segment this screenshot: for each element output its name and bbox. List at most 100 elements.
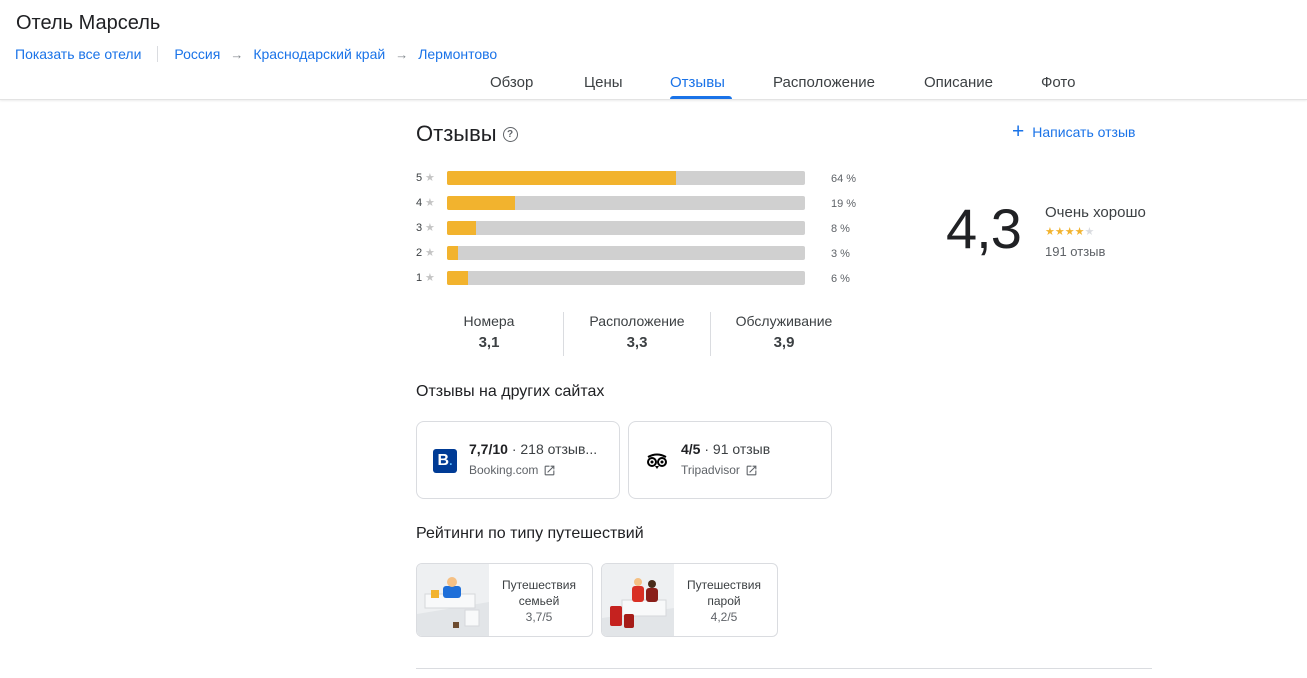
booking-logo-icon: B. (433, 449, 457, 473)
other-sites-title: Отзывы на других сайтах (416, 383, 605, 400)
trip-type-text: Путешествия парой 4,2/5 (680, 577, 768, 625)
tab-photos[interactable]: Фото (1041, 74, 1075, 91)
site-review-count: · 218 отзыв... (507, 441, 598, 457)
distribution-star-label: 2 (416, 247, 423, 259)
hotel-header: Отель Марсель Показать все отели Россия … (0, 0, 1307, 100)
reviews-section-title: Отзывы ? (416, 121, 518, 147)
category-value: 3,9 (773, 334, 795, 351)
breadcrumb-country[interactable]: Россия (174, 46, 220, 62)
hotel-title: Отель Марсель (16, 12, 161, 34)
review-count: 191 отзыв (1045, 244, 1106, 259)
tripadvisor-review-card[interactable]: 4/5 · 91 отзыв Tripadvisor (628, 421, 832, 499)
arrow-right-icon: → (230, 46, 244, 62)
category-value: 3,3 (626, 334, 648, 351)
distribution-row[interactable]: 5 ★ 64 % (416, 170, 866, 185)
tab-overview[interactable]: Обзор (490, 74, 533, 91)
trip-type-line1: Путешествия (501, 578, 577, 592)
star-icon: ★ (1045, 226, 1055, 238)
family-travel-illustration (417, 564, 489, 636)
distribution-row[interactable]: 1 ★ 6 % (416, 270, 866, 285)
category-score-rooms: Номера 3,1 (416, 313, 562, 351)
distribution-star-label: 1 (416, 272, 423, 284)
site-score: 4/5 · 91 отзыв (681, 441, 821, 457)
distribution-bar (447, 271, 805, 285)
section-divider (416, 668, 1152, 669)
star-empty-icon: ★ (1084, 226, 1095, 238)
site-name-label: Tripadvisor (681, 463, 740, 477)
category-score-service: Обслуживание 3,9 (711, 313, 857, 351)
couple-travel-illustration (602, 564, 674, 636)
trip-type-score: 4,2/5 (710, 610, 738, 624)
trip-type-line2: семьей (518, 594, 560, 608)
category-name: Обслуживание (735, 313, 833, 329)
overall-stars: ★★★★★ (1045, 225, 1094, 238)
trip-type-score: 3,7/5 (525, 610, 553, 624)
tripadvisor-logo-icon (647, 453, 667, 469)
site-name-label: Booking.com (469, 463, 539, 477)
star-icon: ★ (425, 172, 435, 184)
distribution-star-label: 3 (416, 222, 423, 234)
star-icon: ★ (425, 247, 435, 259)
breadcrumb-region[interactable]: Краснодарский край (253, 46, 385, 62)
site-name: Booking.com (469, 463, 556, 477)
distribution-bar (447, 246, 805, 260)
tab-description[interactable]: Описание (924, 74, 993, 91)
plus-icon: + (1012, 120, 1025, 143)
star-icon: ★ (425, 272, 435, 284)
distribution-bar (447, 196, 805, 210)
trip-type-line1: Путешествия (686, 578, 762, 592)
category-name: Расположение (589, 313, 685, 329)
distribution-star-label: 4 (416, 197, 423, 209)
star-icon: ★ (1074, 226, 1085, 238)
distribution-percent: 64 % (831, 173, 857, 185)
distribution-row[interactable]: 2 ★ 3 % (416, 245, 866, 260)
distribution-row[interactable]: 4 ★ 19 % (416, 195, 866, 210)
trip-type-line2: парой (707, 594, 741, 608)
distribution-bar-fill (447, 246, 458, 260)
distribution-row[interactable]: 3 ★ 8 % (416, 220, 866, 235)
active-tab-indicator (670, 96, 732, 99)
external-link-icon (746, 465, 757, 475)
tab-bar: Обзор Цены Отзывы Расположение Описание … (0, 74, 1307, 100)
category-score-location: Расположение 3,3 (564, 313, 710, 351)
site-rating: 7,7/10 (469, 441, 508, 457)
tab-location[interactable]: Расположение (773, 74, 875, 91)
breadcrumb-city[interactable]: Лермонтово (418, 46, 497, 62)
breadcrumb: Показать все отели Россия → Краснодарски… (15, 45, 497, 63)
star-icon: ★ (1064, 226, 1075, 238)
write-review-button[interactable]: + Написать отзыв (1012, 120, 1135, 143)
trip-type-text: Путешествия семьей 3,7/5 (495, 577, 583, 625)
star-icon: ★ (1054, 226, 1065, 238)
trip-type-couple-card[interactable]: Путешествия парой 4,2/5 (601, 563, 778, 637)
booking-review-card[interactable]: B. 7,7/10 · 218 отзыв... Booking.com (416, 421, 620, 499)
distribution-bar-fill (447, 171, 677, 185)
trip-type-family-card[interactable]: Путешествия семьей 3,7/5 (416, 563, 593, 637)
breadcrumb-divider (157, 46, 159, 62)
reviews-title: Отзывы (416, 121, 497, 146)
help-icon[interactable]: ? (502, 126, 518, 142)
distribution-percent: 6 % (831, 273, 850, 285)
distribution-bar (447, 171, 805, 185)
site-name: Tripadvisor (681, 463, 758, 477)
show-all-hotels-link[interactable]: Показать все отели (15, 46, 141, 62)
external-link-icon (545, 465, 555, 475)
distribution-bar-fill (447, 221, 476, 235)
category-name: Номера (463, 313, 515, 329)
arrow-right-icon: → (395, 46, 409, 62)
overall-rating-label: Очень хорошо (1045, 204, 1146, 221)
distribution-bar-fill (447, 271, 469, 285)
distribution-percent: 19 % (831, 198, 857, 210)
tab-prices[interactable]: Цены (584, 74, 623, 91)
site-rating: 4/5 (681, 441, 701, 457)
distribution-bar (447, 221, 805, 235)
category-value: 3,1 (478, 334, 500, 351)
overall-score: 4,3 (946, 197, 1022, 260)
star-icon: ★ (425, 222, 435, 234)
tab-reviews[interactable]: Отзывы (670, 74, 725, 91)
star-icon: ★ (425, 197, 435, 209)
trip-types-title: Рейтинги по типу путешествий (416, 525, 644, 542)
distribution-star-label: 5 (416, 172, 423, 184)
distribution-percent: 8 % (831, 223, 850, 235)
distribution-bar-fill (447, 196, 516, 210)
distribution-percent: 3 % (831, 248, 850, 260)
